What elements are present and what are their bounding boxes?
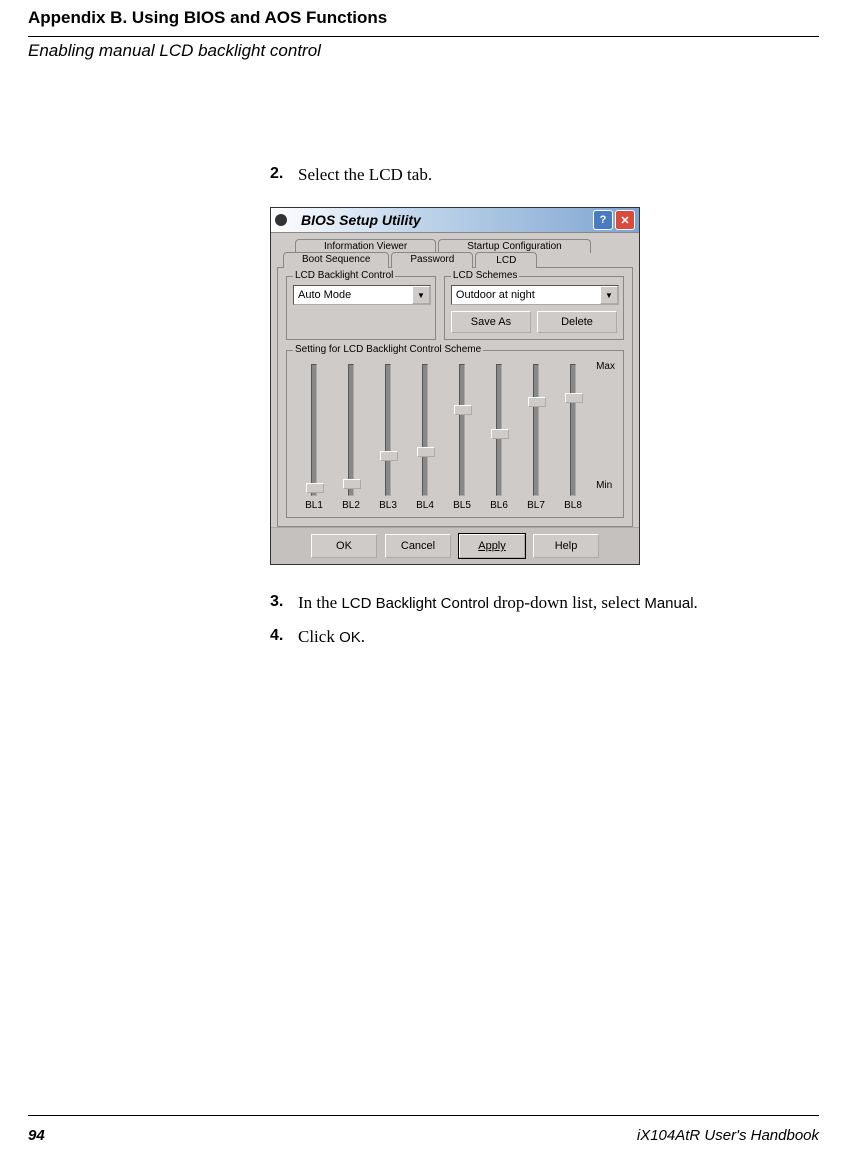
- step-2-text: Select the LCD tab.: [298, 165, 432, 185]
- group-title-schemes: LCD Schemes: [451, 270, 519, 281]
- bios-setup-window: BIOS Setup Utility ? ✕ Information Viewe…: [270, 207, 640, 565]
- slider-track[interactable]: [385, 364, 391, 496]
- backlight-control-value: Auto Mode: [294, 289, 412, 301]
- lcd-schemes-dropdown[interactable]: Outdoor at night ▼: [451, 285, 619, 305]
- save-as-button[interactable]: Save As: [451, 311, 531, 333]
- slider-label: BL7: [527, 500, 545, 511]
- footer-rule: [28, 1115, 819, 1116]
- page-number: 94: [28, 1127, 45, 1144]
- group-lcd-backlight-control: LCD Backlight Control Auto Mode ▼: [286, 276, 436, 340]
- slider-label: BL1: [305, 500, 323, 511]
- section-subtitle: Enabling manual LCD backlight control: [28, 41, 819, 61]
- tab-boot-sequence[interactable]: Boot Sequence: [283, 252, 389, 268]
- step-3-number: 3.: [270, 593, 298, 613]
- appendix-title: Appendix B. Using BIOS and AOS Functions: [28, 8, 819, 28]
- slider-label: BL6: [490, 500, 508, 511]
- chevron-down-icon[interactable]: ▼: [600, 286, 618, 304]
- slider-label: BL3: [379, 500, 397, 511]
- slider-track[interactable]: [348, 364, 354, 496]
- step-4-text: Click OK.: [298, 627, 365, 647]
- slider-bl7[interactable]: BL7: [521, 364, 551, 511]
- chevron-down-icon[interactable]: ▼: [412, 286, 430, 304]
- delete-button[interactable]: Delete: [537, 311, 617, 333]
- slider-thumb[interactable]: [380, 451, 398, 461]
- backlight-control-dropdown[interactable]: Auto Mode ▼: [293, 285, 431, 305]
- cancel-button[interactable]: Cancel: [385, 534, 451, 558]
- step-3-text: In the LCD Backlight Control drop-down l…: [298, 593, 698, 613]
- lcd-schemes-value: Outdoor at night: [452, 289, 600, 301]
- slider-bl5[interactable]: BL5: [447, 364, 477, 511]
- slider-track[interactable]: [459, 364, 465, 496]
- slider-track[interactable]: [496, 364, 502, 496]
- slider-thumb[interactable]: [454, 405, 472, 415]
- dialog-button-row: OK Cancel Apply Help: [271, 527, 639, 564]
- slider-label: BL2: [342, 500, 360, 511]
- group-lcd-schemes: LCD Schemes Outdoor at night ▼ Save As D…: [444, 276, 624, 340]
- group-sliders: Setting for LCD Backlight Control Scheme…: [286, 350, 624, 518]
- lcd-panel: LCD Backlight Control Auto Mode ▼ LCD Sc…: [277, 267, 633, 527]
- scale-max: Max: [596, 361, 615, 372]
- tab-information-viewer[interactable]: Information Viewer: [295, 239, 436, 253]
- slider-bl2[interactable]: BL2: [336, 364, 366, 511]
- scale-min: Min: [596, 480, 615, 491]
- help-button[interactable]: Help: [533, 534, 599, 558]
- slider-bl8[interactable]: BL8: [558, 364, 588, 511]
- step-2-number: 2.: [270, 165, 298, 185]
- slider-label: BL4: [416, 500, 434, 511]
- slider-thumb[interactable]: [343, 479, 361, 489]
- slider-label: BL5: [453, 500, 471, 511]
- ok-button[interactable]: OK: [311, 534, 377, 558]
- slider-thumb[interactable]: [491, 429, 509, 439]
- slider-thumb[interactable]: [417, 447, 435, 457]
- tab-startup-configuration[interactable]: Startup Configuration: [438, 239, 591, 253]
- slider-bl4[interactable]: BL4: [410, 364, 440, 511]
- tab-lcd[interactable]: LCD: [475, 252, 537, 268]
- slider-label: BL8: [564, 500, 582, 511]
- group-title-backlight: LCD Backlight Control: [293, 270, 395, 281]
- slider-bl3[interactable]: BL3: [373, 364, 403, 511]
- bios-titlebar: BIOS Setup Utility ? ✕: [271, 208, 639, 233]
- slider-bl6[interactable]: BL6: [484, 364, 514, 511]
- slider-track[interactable]: [311, 364, 317, 496]
- group-title-sliders: Setting for LCD Backlight Control Scheme: [293, 344, 483, 355]
- slider-track[interactable]: [533, 364, 539, 496]
- slider-bl1[interactable]: BL1: [299, 364, 329, 511]
- tab-password[interactable]: Password: [391, 252, 473, 268]
- slider-thumb[interactable]: [565, 393, 583, 403]
- bios-title: BIOS Setup Utility: [287, 212, 591, 228]
- slider-track[interactable]: [422, 364, 428, 496]
- slider-thumb[interactable]: [528, 397, 546, 407]
- titlebar-close-button[interactable]: ✕: [615, 210, 635, 230]
- apply-button[interactable]: Apply: [459, 534, 525, 558]
- slider-track[interactable]: [570, 364, 576, 496]
- slider-thumb[interactable]: [306, 483, 324, 493]
- step-4-number: 4.: [270, 627, 298, 647]
- book-title: iX104AtR User's Handbook: [637, 1127, 819, 1144]
- bios-sysicon: [275, 214, 287, 226]
- titlebar-help-button[interactable]: ?: [593, 210, 613, 230]
